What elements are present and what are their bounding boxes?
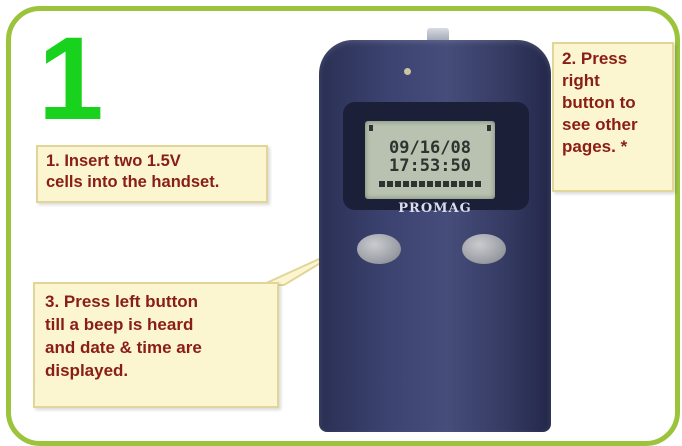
callout-line: 1. Insert two 1.5V	[46, 152, 181, 170]
callout-line: cells into the handset.	[46, 173, 220, 191]
lcd-screen: 09/16/08 17:53:50	[365, 121, 495, 199]
lcd-indicator-right	[487, 125, 491, 131]
callout-line: see other	[562, 115, 638, 134]
callout-line: button to	[562, 93, 636, 112]
right-button[interactable]	[462, 234, 506, 264]
step-number: 1	[38, 13, 104, 145]
callout-line: pages. *	[562, 137, 628, 156]
status-led	[404, 68, 411, 75]
lcd-date: 09/16/08	[389, 138, 471, 158]
callout-line: right	[562, 71, 600, 90]
handset-body	[319, 40, 551, 432]
callout-left-button: 3. Press left button till a beep is hear…	[33, 282, 279, 408]
callout-line: displayed.	[45, 361, 129, 380]
left-button[interactable]	[357, 234, 401, 264]
lcd-indicator-left	[369, 125, 373, 131]
callout-insert-cells: 1. Insert two 1.5V cells into the handse…	[36, 145, 268, 203]
callout-line: 3. Press left button	[45, 292, 199, 311]
lcd-status-bar	[379, 181, 481, 187]
brand-logo: PROMAG	[398, 201, 472, 216]
callout-line: till a beep is heard	[45, 315, 194, 334]
callout-line: and date & time are	[45, 338, 202, 357]
lcd-time: 17:53:50	[389, 156, 471, 176]
callout-line: 2. Press	[562, 49, 628, 68]
callout-right-button: 2. Press right button to see other pages…	[552, 42, 674, 192]
